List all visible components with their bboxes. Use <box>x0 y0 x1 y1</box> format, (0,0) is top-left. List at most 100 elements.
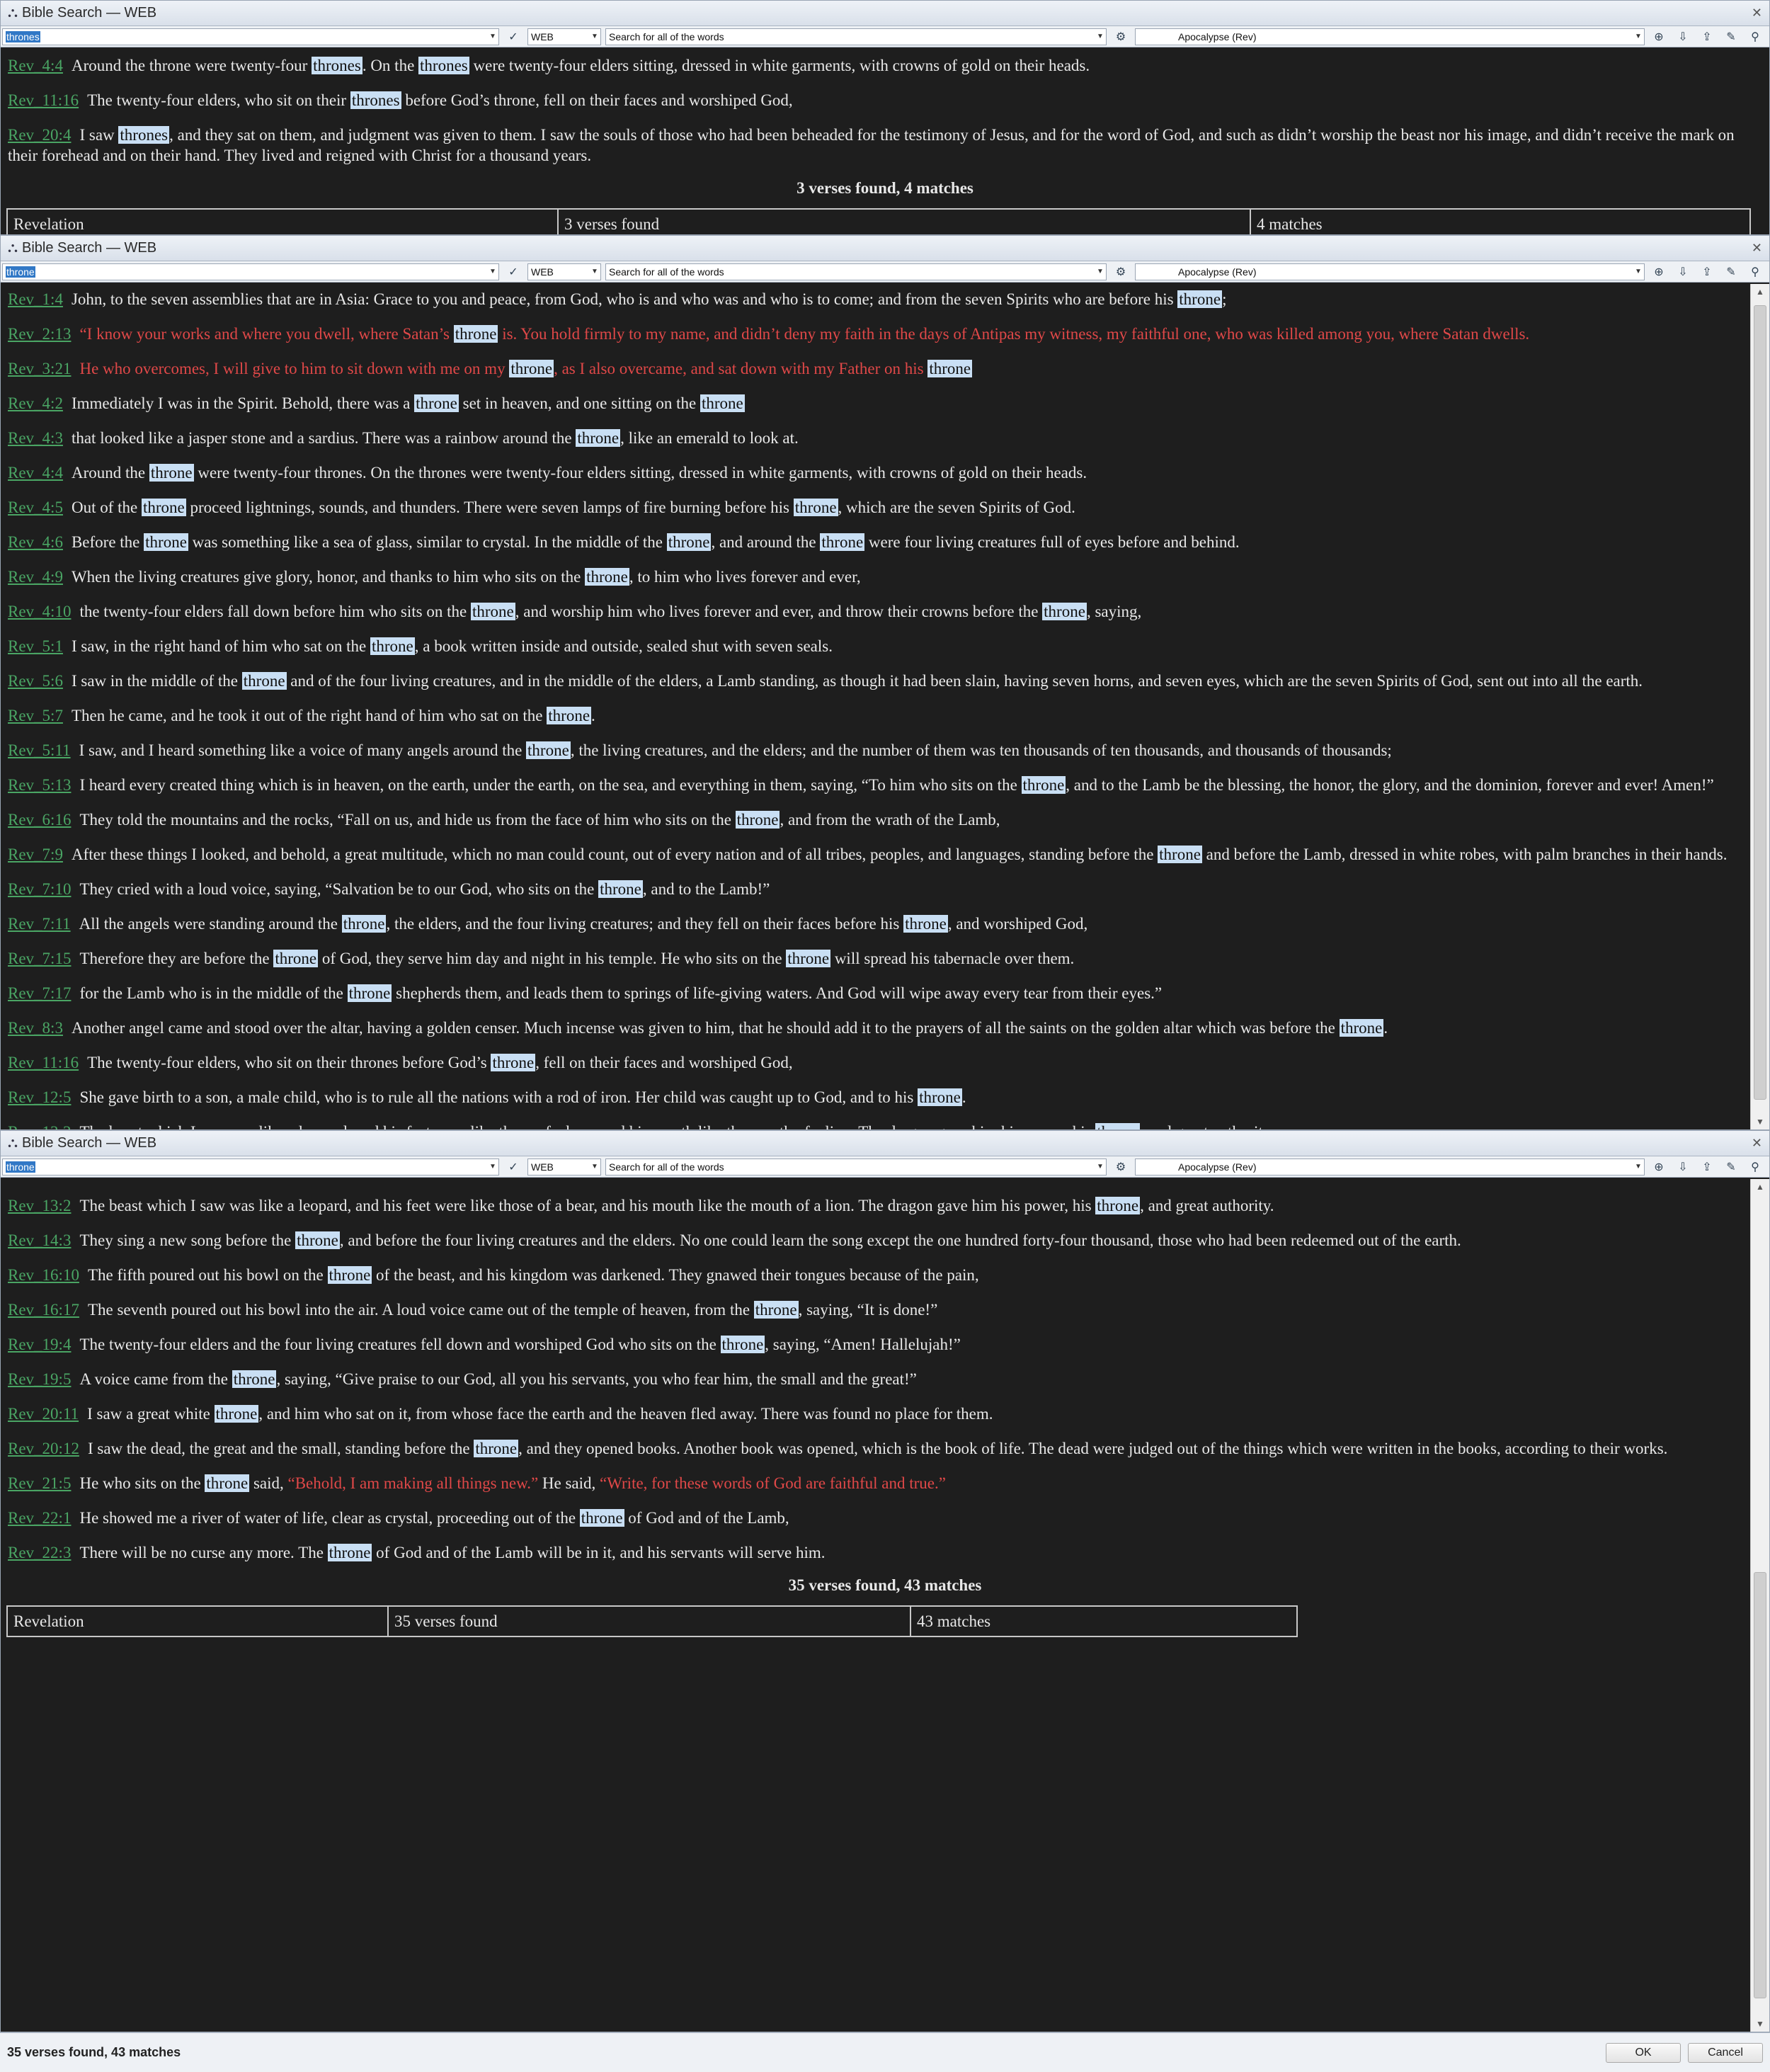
search-text[interactable]: thrones <box>6 30 40 42</box>
verse-reference-link[interactable]: Rev_4:9 <box>8 568 63 586</box>
edit-icon[interactable]: ✎ <box>1721 28 1741 45</box>
scope-select[interactable]: Apocalypse (Rev) ▼ <box>1135 263 1645 280</box>
verse-reference-link[interactable]: Rev_7:15 <box>8 950 71 967</box>
verse-reference-link[interactable]: Rev_1:4 <box>8 290 63 308</box>
dropdown-arrow-icon[interactable]: ▼ <box>1095 1163 1106 1171</box>
edit-icon[interactable]: ✎ <box>1721 263 1741 280</box>
verse-reference-link[interactable]: Rev_2:13 <box>8 325 71 343</box>
verse-reference-link[interactable]: Rev_12:5 <box>8 1088 71 1106</box>
verse-reference-link[interactable]: Rev_3:21 <box>8 360 71 377</box>
search-mode-select[interactable]: Search for all of the words ▼ <box>605 1158 1107 1176</box>
verse-reference-link[interactable]: Rev_6:16 <box>8 811 71 829</box>
verse-reference-link[interactable]: Rev_21:5 <box>8 1474 71 1492</box>
verse-reference-link[interactable]: Rev_13:2 <box>8 1123 71 1129</box>
verse-reference-link[interactable]: Rev_4:3 <box>8 429 63 447</box>
dropdown-arrow-icon[interactable]: ▼ <box>1633 268 1644 275</box>
cancel-button[interactable]: Cancel <box>1688 2042 1763 2063</box>
dropdown-arrow-icon[interactable]: ▼ <box>487 1163 498 1171</box>
results-pane[interactable]: Rev_13:2 The beast which I saw was like a… <box>1 1179 1769 2032</box>
vertical-scrollbar[interactable]: ▲ ▼ <box>1750 284 1769 1129</box>
settings-gear-icon[interactable]: ⚙ <box>1111 263 1131 280</box>
verse-reference-link[interactable]: Rev_7:11 <box>8 915 71 933</box>
add-result-icon[interactable]: ⊕ <box>1649 263 1669 280</box>
save-result-icon[interactable]: ⇩ <box>1673 263 1693 280</box>
verse-reference-link[interactable]: Rev_7:10 <box>8 880 71 898</box>
scroll-down-icon[interactable]: ▼ <box>1751 2016 1769 2032</box>
add-result-icon[interactable]: ⊕ <box>1649 1159 1669 1176</box>
search-binoculars-icon[interactable]: ⚲ <box>1745 1159 1765 1176</box>
dropdown-arrow-icon[interactable]: ▼ <box>487 268 498 275</box>
save-result-icon[interactable]: ⇩ <box>1673 28 1693 45</box>
scope-select[interactable]: Apocalypse (Rev) ▼ <box>1135 28 1645 45</box>
scroll-thumb[interactable] <box>1754 305 1766 1100</box>
verse-reference-link[interactable]: Rev_20:12 <box>8 1440 79 1457</box>
search-text[interactable]: throne <box>6 1161 35 1173</box>
verse-reference-link[interactable]: Rev_16:10 <box>8 1266 79 1284</box>
dropdown-arrow-icon[interactable]: ▼ <box>1633 33 1644 40</box>
dropdown-arrow-icon[interactable]: ▼ <box>1095 33 1106 40</box>
version-select[interactable]: WEB ▼ <box>527 263 601 280</box>
export-result-icon[interactable]: ⇪ <box>1697 28 1717 45</box>
verse-reference-link[interactable]: Rev_5:7 <box>8 707 63 724</box>
verse-reference-link[interactable]: Rev_19:5 <box>8 1370 71 1388</box>
verse-reference-link[interactable]: Rev_4:4 <box>8 57 63 74</box>
search-text[interactable]: throne <box>6 266 35 278</box>
dropdown-arrow-icon[interactable]: ▼ <box>589 268 600 275</box>
dropdown-arrow-icon[interactable]: ▼ <box>1095 268 1106 275</box>
verse-reference-link[interactable]: Rev_5:11 <box>8 741 71 759</box>
edit-icon[interactable]: ✎ <box>1721 1159 1741 1176</box>
spellcheck-icon[interactable]: ✓ <box>503 28 523 45</box>
dropdown-arrow-icon[interactable]: ▼ <box>589 33 600 40</box>
search-mode-select[interactable]: Search for all of the words ▼ <box>605 28 1107 45</box>
results-pane[interactable]: Rev_4:4 Around the throne were twenty-fou… <box>1 49 1769 234</box>
verse-reference-link[interactable]: Rev_20:4 <box>8 126 71 144</box>
verse-reference-link[interactable]: Rev_7:17 <box>8 984 71 1002</box>
vertical-scrollbar[interactable]: ▲ ▼ <box>1750 1179 1769 2032</box>
search-binoculars-icon[interactable]: ⚲ <box>1745 263 1765 280</box>
verse-reference-link[interactable]: Rev_14:3 <box>8 1231 71 1249</box>
verse-reference-link[interactable]: Rev_4:10 <box>8 603 71 620</box>
search-binoculars-icon[interactable]: ⚲ <box>1745 28 1765 45</box>
settings-gear-icon[interactable]: ⚙ <box>1111 28 1131 45</box>
verse-reference-link[interactable]: Rev_4:4 <box>8 464 63 482</box>
verse-reference-link[interactable]: Rev_4:6 <box>8 533 63 551</box>
search-text-combo[interactable]: throne ▼ <box>2 263 499 280</box>
verse-reference-link[interactable]: Rev_20:11 <box>8 1405 79 1423</box>
verse-reference-link[interactable]: Rev_11:16 <box>8 91 79 109</box>
scroll-up-icon[interactable]: ▲ <box>1751 284 1769 300</box>
search-mode-select[interactable]: Search for all of the words ▼ <box>605 263 1107 280</box>
verse-reference-link[interactable]: Rev_16:17 <box>8 1301 79 1319</box>
verse-reference-link[interactable]: Rev_5:1 <box>8 637 63 655</box>
verse-reference-link[interactable]: Rev_5:13 <box>8 776 71 794</box>
version-select[interactable]: WEB ▼ <box>527 28 601 45</box>
spellcheck-icon[interactable]: ✓ <box>503 263 523 280</box>
verse-reference-link[interactable]: Rev_22:3 <box>8 1544 71 1561</box>
search-text-combo[interactable]: thrones ▼ <box>2 28 499 45</box>
scope-select[interactable]: Apocalypse (Rev) ▼ <box>1135 1158 1645 1176</box>
ok-button[interactable]: OK <box>1606 2042 1681 2063</box>
verse-reference-link[interactable]: Rev_22:1 <box>8 1509 71 1527</box>
export-result-icon[interactable]: ⇪ <box>1697 1159 1717 1176</box>
search-text-combo[interactable]: throne ▼ <box>2 1158 499 1176</box>
verse-reference-link[interactable]: Rev_5:6 <box>8 672 63 690</box>
scroll-up-icon[interactable]: ▲ <box>1751 1179 1769 1195</box>
dropdown-arrow-icon[interactable]: ▼ <box>487 33 498 40</box>
add-result-icon[interactable]: ⊕ <box>1649 28 1669 45</box>
close-icon[interactable]: ✕ <box>1752 6 1762 21</box>
verse-reference-link[interactable]: Rev_13:2 <box>8 1197 71 1214</box>
close-icon[interactable]: ✕ <box>1752 241 1762 256</box>
verse-reference-link[interactable]: Rev_4:5 <box>8 499 63 516</box>
verse-reference-link[interactable]: Rev_8:3 <box>8 1019 63 1037</box>
dropdown-arrow-icon[interactable]: ▼ <box>589 1163 600 1171</box>
results-pane[interactable]: Rev_1:4 John, to the seven assemblies tha… <box>1 284 1769 1129</box>
dropdown-arrow-icon[interactable]: ▼ <box>1633 1163 1644 1171</box>
verse-reference-link[interactable]: Rev_19:4 <box>8 1336 71 1353</box>
settings-gear-icon[interactable]: ⚙ <box>1111 1159 1131 1176</box>
spellcheck-icon[interactable]: ✓ <box>503 1159 523 1176</box>
verse-reference-link[interactable]: Rev_11:16 <box>8 1054 79 1071</box>
save-result-icon[interactable]: ⇩ <box>1673 1159 1693 1176</box>
verse-reference-link[interactable]: Rev_4:2 <box>8 394 63 412</box>
scroll-down-icon[interactable]: ▼ <box>1751 1114 1769 1129</box>
close-icon[interactable]: ✕ <box>1752 1136 1762 1151</box>
export-result-icon[interactable]: ⇪ <box>1697 263 1717 280</box>
